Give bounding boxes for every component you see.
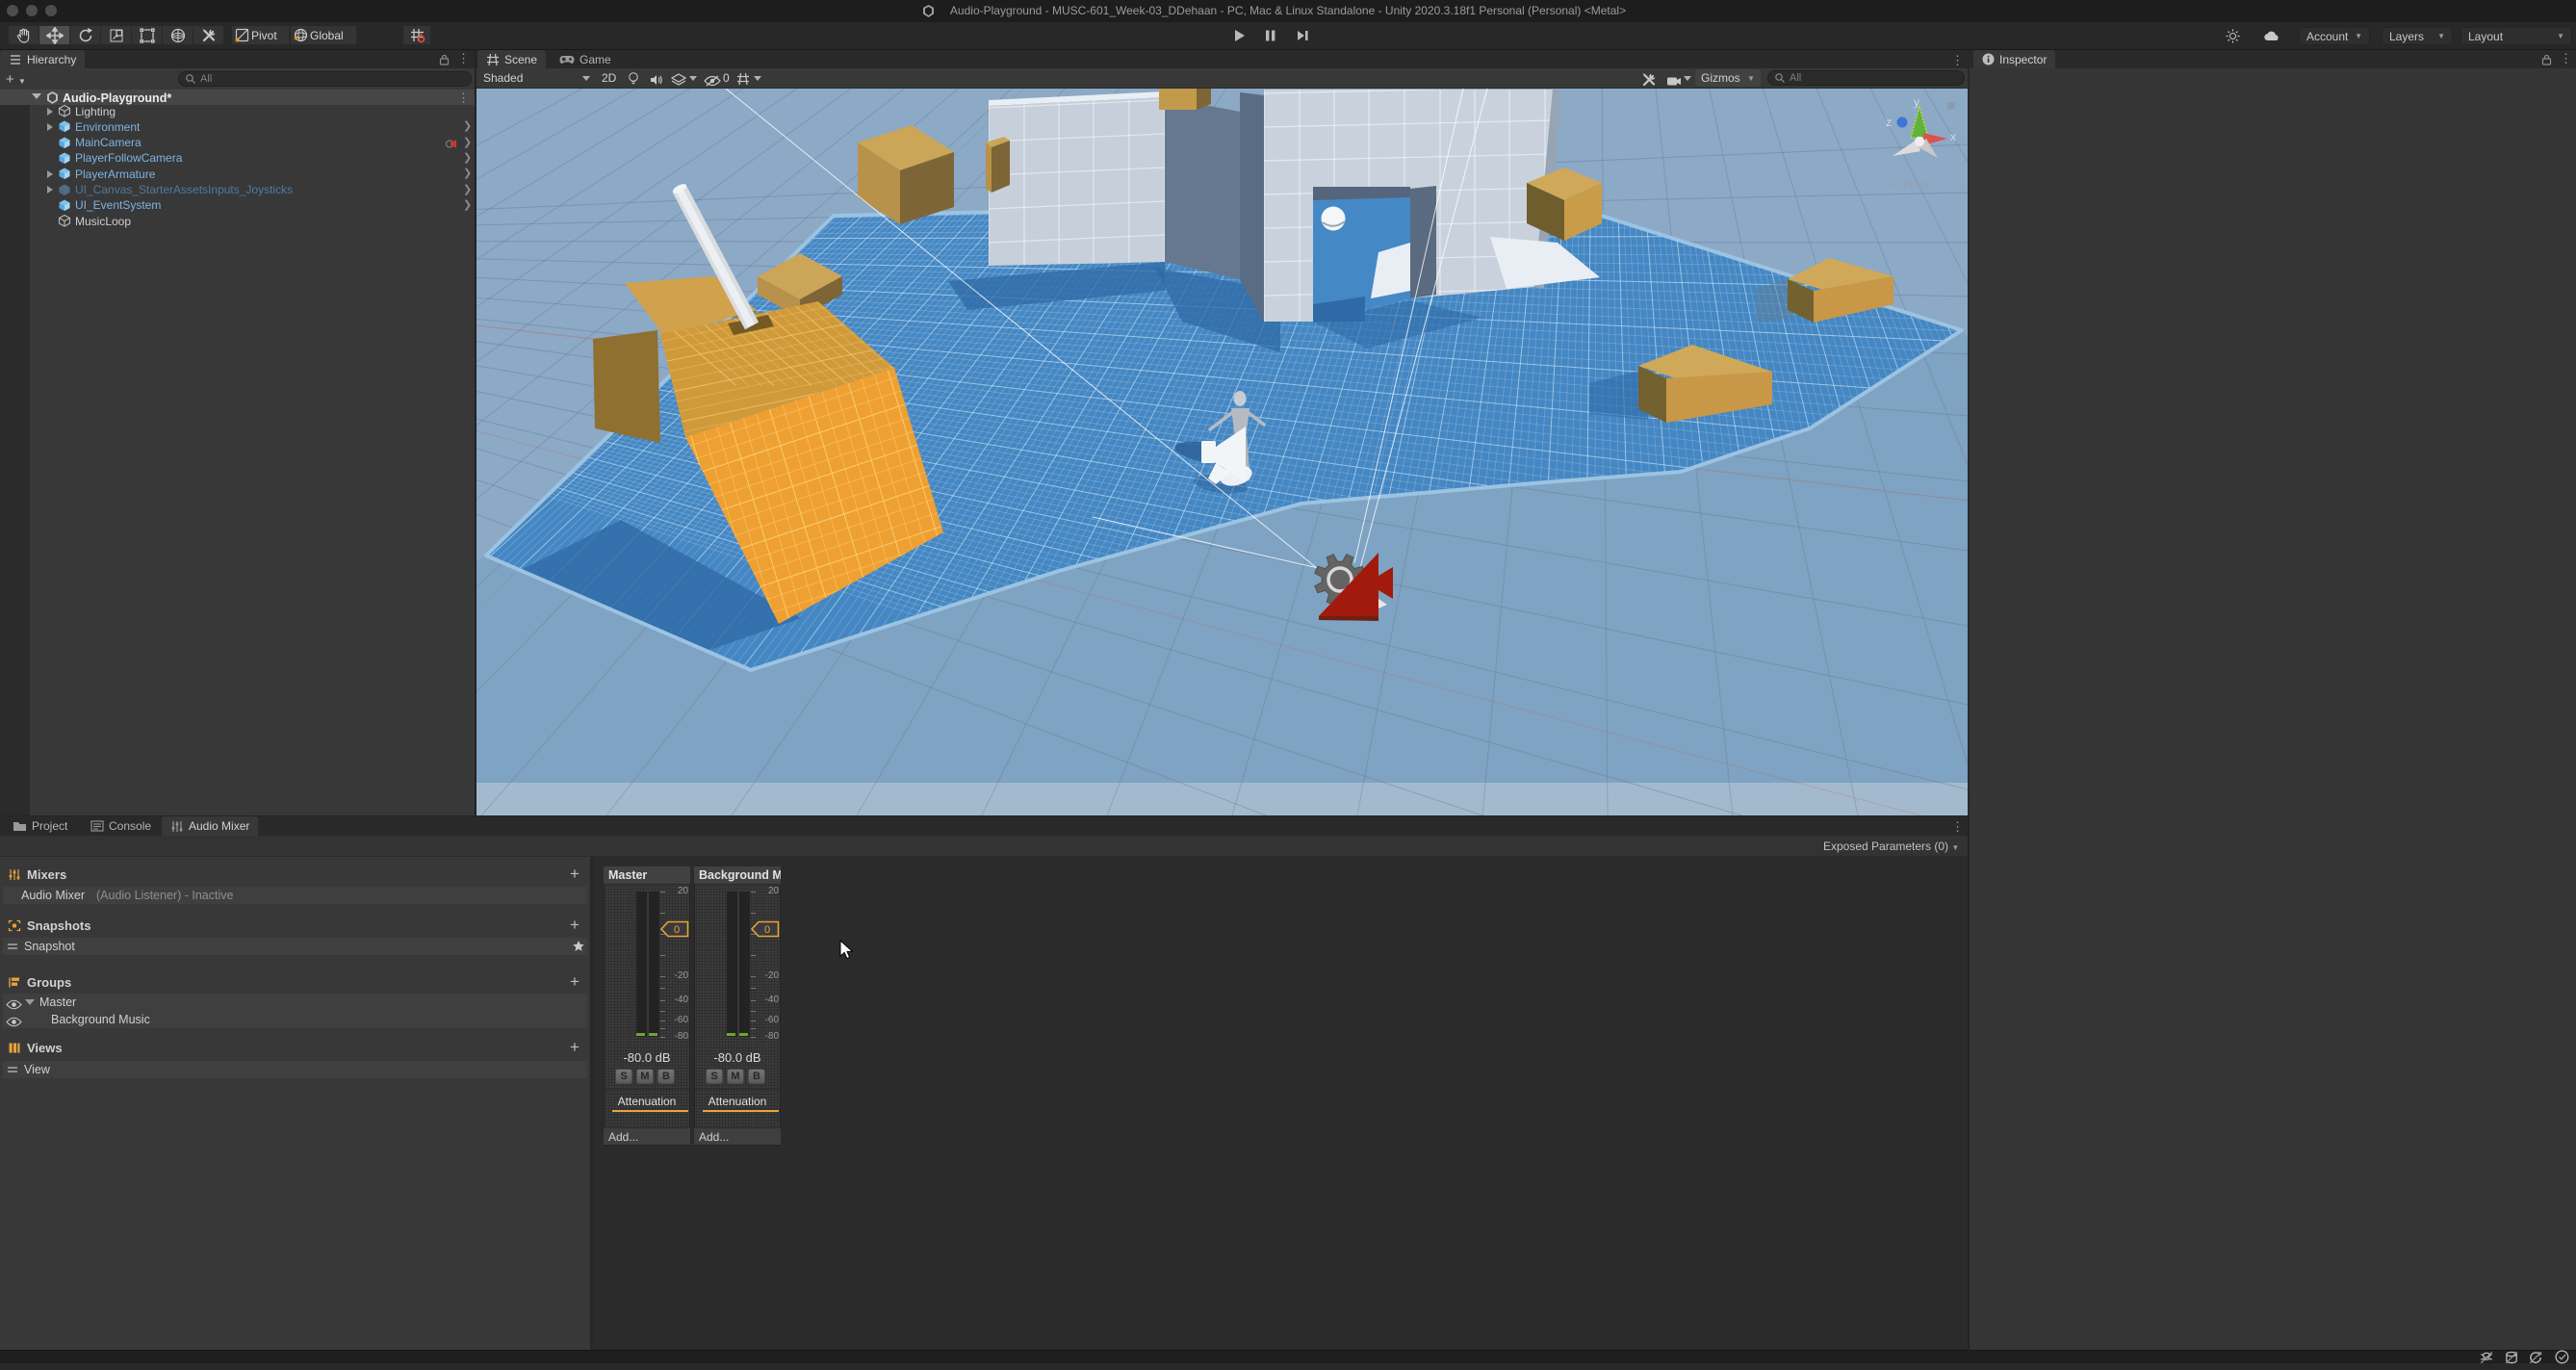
svg-text:y: y <box>1914 95 1919 109</box>
svg-text:x: x <box>1950 130 1956 143</box>
svg-text:0: 0 <box>764 924 770 936</box>
svg-text:z: z <box>1886 116 1892 129</box>
svg-text:⋖ Persp: ⋖ Persp <box>1891 180 1932 192</box>
svg-text:0: 0 <box>674 924 680 936</box>
